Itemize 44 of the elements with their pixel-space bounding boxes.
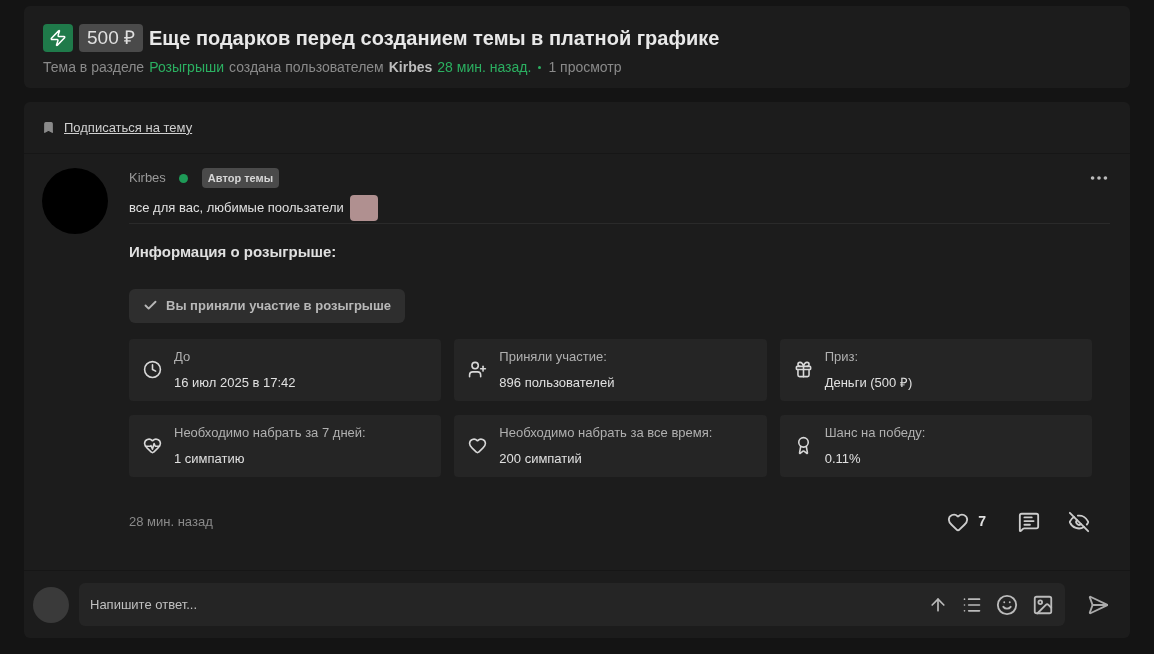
comment-icon[interactable] (1018, 510, 1040, 533)
meta-text: создана пользователем (229, 58, 384, 77)
post-author[interactable]: Kirbes (129, 168, 166, 188)
info-label: Необходимо набрать за все время: (499, 423, 713, 442)
info-label: Шанс на победу: (824, 423, 926, 442)
clock-icon (143, 360, 162, 379)
info-label: Необходимо набрать за 7 дней: (174, 423, 366, 442)
author-link[interactable]: Kirbes (388, 57, 433, 78)
send-icon[interactable] (1087, 593, 1109, 616)
section-link[interactable]: Розыгрыши (149, 57, 224, 78)
info-value: 16 июл 2025 в 17:42 (174, 374, 296, 392)
like-button[interactable]: 7 (947, 510, 986, 533)
meta-text: Тема в разделе (43, 58, 145, 77)
sticker-placeholder (349, 194, 378, 221)
subscribe-link[interactable]: Подписаться на тему (64, 117, 193, 138)
participated-button[interactable]: Вы приняли участие в розыгрыше (129, 288, 406, 323)
check-icon (143, 298, 158, 313)
view-count: 1 просмотр (548, 58, 622, 77)
user-plus-icon (468, 360, 488, 379)
bookmark-icon (42, 121, 55, 134)
info-label: Приняли участие: (499, 347, 608, 366)
info-value: 896 пользователей (499, 374, 615, 392)
post-message: все для вас, любимые поользатели (129, 198, 344, 217)
reply-field[interactable]: Напишите ответ... (79, 583, 1065, 626)
post-time: 28 мин. назад (129, 512, 213, 531)
giveaway-heading: Информация о розыгрыше: (129, 242, 338, 262)
topic-time: 28 мин. назад. (437, 58, 532, 77)
info-label: Приз: (824, 347, 860, 366)
topic-title: Еще подарков перед созданием темы в платной графике (149, 26, 720, 51)
info-value: 200 симпатий (499, 450, 583, 468)
reply-input-field[interactable]: Напишите ответ... (90, 594, 914, 615)
gift-icon (793, 360, 813, 379)
emoji-icon[interactable] (996, 593, 1018, 616)
heart-icon (468, 436, 488, 455)
dot-separator-icon (538, 66, 542, 69)
hide-icon[interactable] (1068, 510, 1090, 533)
info-value: Деньги (500 ₽) (824, 374, 913, 392)
price-badge: 500 ₽ (79, 24, 143, 52)
info-label: До (174, 347, 192, 366)
image-icon[interactable] (1032, 593, 1054, 616)
author-badge: Автор темы (201, 167, 280, 189)
info-value: 0.11% (824, 450, 862, 468)
lightning-icon (43, 24, 73, 52)
info-value: 1 симпатию (174, 450, 246, 468)
